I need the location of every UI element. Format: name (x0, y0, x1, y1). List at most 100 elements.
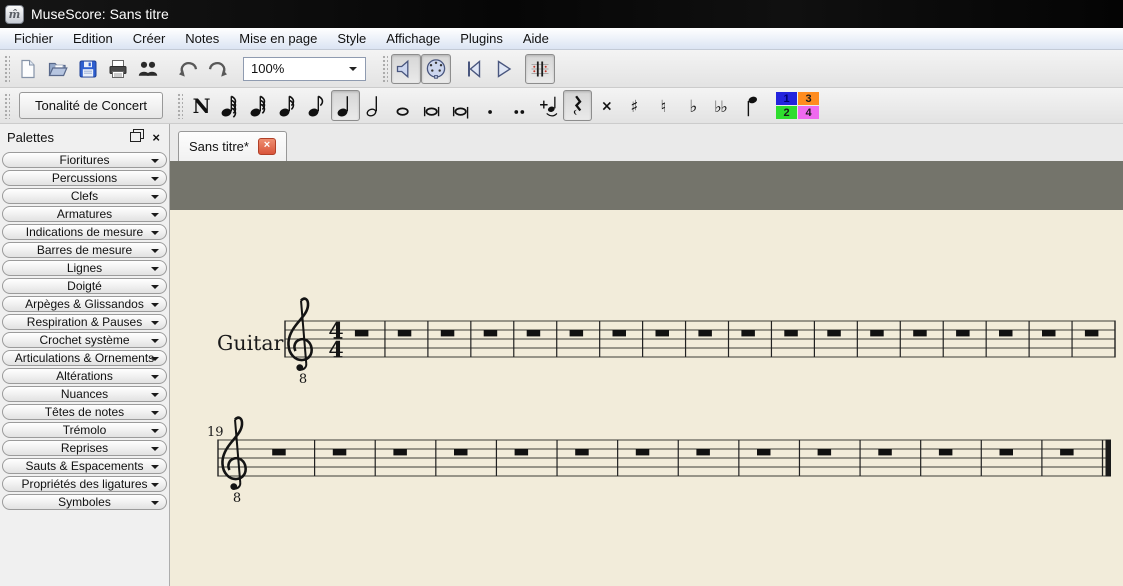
document-tab[interactable]: Sans titre* × (178, 131, 287, 161)
tie-button[interactable]: + (534, 90, 563, 121)
flat-button[interactable]: ♭ (679, 90, 708, 121)
new-file-button[interactable] (13, 54, 43, 84)
sharp-button[interactable]: ♯ (621, 90, 650, 121)
play-button[interactable] (488, 54, 518, 84)
toolbar-drag-handle[interactable] (176, 92, 183, 119)
flip-direction-button[interactable] (737, 90, 766, 121)
palette-item-doigt-[interactable]: Doigté (2, 278, 167, 294)
palette-item-alt-rations[interactable]: Altérations (2, 368, 167, 384)
whole-rest (393, 449, 407, 455)
musescore-connect-button[interactable] (133, 54, 163, 84)
voice-selector: 1324 (776, 92, 819, 119)
palette-item-fioritures[interactable]: Fioritures (2, 152, 167, 168)
duration-half-button[interactable] (360, 90, 389, 121)
duration-longa-button[interactable] (447, 90, 476, 121)
toggle-midi-input-button[interactable] (421, 54, 451, 84)
double-sharp-button[interactable]: × (592, 90, 621, 121)
undo-button[interactable] (173, 54, 203, 84)
open-file-button[interactable] (43, 54, 73, 84)
menu-item-cr-er[interactable]: Créer (123, 30, 176, 47)
whole-rest (1042, 330, 1056, 336)
palette-item-sauts-espacements[interactable]: Sauts & Espacements (2, 458, 167, 474)
palette-item-lignes[interactable]: Lignes (2, 260, 167, 276)
voice-1-button[interactable]: 1 (776, 92, 797, 105)
double-flat-button[interactable]: ♭♭ (708, 90, 737, 121)
palette-item-armatures[interactable]: Armatures (2, 206, 167, 222)
titlebar: m̂ MuseScore: Sans titre (0, 0, 1123, 28)
note-input-mode-button[interactable]: N (186, 90, 215, 121)
palette-item-crochet-syst-me[interactable]: Crochet système (2, 332, 167, 348)
redo-button[interactable] (203, 54, 233, 84)
palette-item-nuances[interactable]: Nuances (2, 386, 167, 402)
palette-item-label: Nuances (61, 387, 108, 401)
save-file-button[interactable] (73, 54, 103, 84)
palette-item-propri-t-s-des-ligatures[interactable]: Propriétés des ligatures (2, 476, 167, 492)
rewind-button[interactable] (458, 54, 488, 84)
augmentation-dot-button[interactable] (476, 90, 505, 121)
whole-rest (656, 330, 670, 336)
chevron-down-icon (151, 213, 159, 221)
chevron-down-icon (151, 177, 159, 185)
voice-2-button[interactable]: 2 (776, 106, 797, 119)
redo-icon (206, 57, 230, 81)
whole-rest (818, 449, 832, 455)
palette-item-percussions[interactable]: Percussions (2, 170, 167, 186)
toolbar-drag-handle[interactable] (3, 54, 10, 83)
toggle-sound-button[interactable] (391, 54, 421, 84)
palette-item-label: Crochet système (39, 333, 129, 347)
chevron-down-icon (151, 195, 159, 203)
close-icon[interactable]: × (150, 130, 162, 145)
palette-item-indications-de-mesure[interactable]: Indications de mesure (2, 224, 167, 240)
print-button[interactable] (103, 54, 133, 84)
chevron-down-icon (151, 285, 159, 293)
whole-rest (827, 330, 841, 336)
whole-rest (741, 330, 755, 336)
menu-item-aide[interactable]: Aide (513, 30, 559, 47)
menu-item-notes[interactable]: Notes (175, 30, 229, 47)
palette-item-tr-molo[interactable]: Trémolo (2, 422, 167, 438)
toolbar-drag-handle[interactable] (381, 54, 388, 83)
zoom-select[interactable]: 100% (243, 57, 366, 81)
edit-button-group (173, 54, 233, 84)
undock-icon[interactable] (130, 132, 141, 142)
duration-whole-button[interactable] (389, 90, 418, 121)
palette-item-respiration-pauses[interactable]: Respiration & Pauses (2, 314, 167, 330)
duration-eighth-button[interactable] (302, 90, 331, 121)
menu-item-plugins[interactable]: Plugins (450, 30, 513, 47)
double-augmentation-dot-button[interactable] (505, 90, 534, 121)
palette-item-barres-de-mesure[interactable]: Barres de mesure (2, 242, 167, 258)
palette-item-reprises[interactable]: Reprises (2, 440, 167, 456)
duration-quarter-button[interactable] (331, 90, 360, 121)
toolbar-drag-handle[interactable] (3, 92, 10, 119)
palette-item-label: Indications de mesure (26, 225, 143, 239)
rest-button[interactable] (563, 90, 592, 121)
duration-32nd-button[interactable] (244, 90, 273, 121)
natural-button[interactable]: ♮ (650, 90, 679, 121)
palette-item-t-tes-de-notes[interactable]: Têtes de notes (2, 404, 167, 420)
note-longa-icon (450, 93, 474, 119)
concert-pitch-button[interactable]: Tonalité de Concert (19, 92, 163, 119)
score-canvas[interactable]: 8Guitar44819 (170, 161, 1123, 586)
duration-64th-button[interactable] (215, 90, 244, 121)
palette-item-clefs[interactable]: Clefs (2, 188, 167, 204)
menu-item-style[interactable]: Style (327, 30, 376, 47)
whole-rest (913, 330, 927, 336)
menu-item-fichier[interactable]: Fichier (4, 30, 63, 47)
whole-rest (1085, 330, 1099, 336)
palette-item-arp-ges-glissandos[interactable]: Arpèges & Glissandos (2, 296, 167, 312)
tab-label: Sans titre* (189, 139, 249, 154)
menu-item-affichage[interactable]: Affichage (376, 30, 450, 47)
palette-item-articulations-ornements[interactable]: Articulations & Ornements (2, 350, 167, 366)
whole-rest (515, 449, 529, 455)
palette-item-symboles[interactable]: Symboles (2, 494, 167, 510)
whole-rest (757, 449, 771, 455)
duration-16th-button[interactable] (273, 90, 302, 121)
tab-close-icon[interactable]: × (258, 138, 276, 155)
menu-item-edition[interactable]: Edition (63, 30, 123, 47)
palette-item-label: Percussions (52, 171, 117, 185)
voice-4-button[interactable]: 4 (798, 106, 819, 119)
duration-breve-button[interactable] (418, 90, 447, 121)
play-repeats-button[interactable] (525, 54, 555, 84)
voice-3-button[interactable]: 3 (798, 92, 819, 105)
menu-item-mise-en-page[interactable]: Mise en page (229, 30, 327, 47)
